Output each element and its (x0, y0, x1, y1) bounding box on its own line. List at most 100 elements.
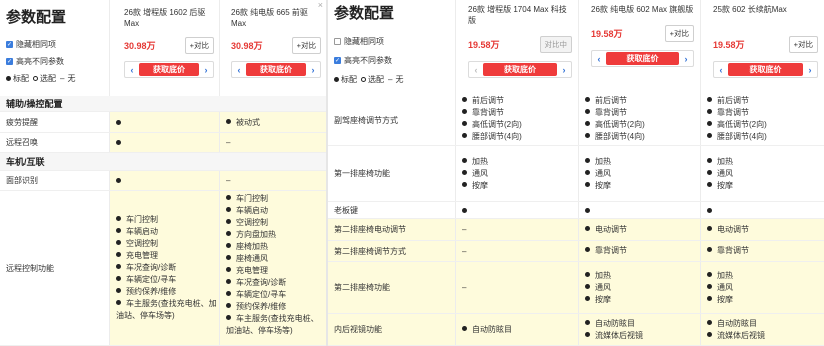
prev-arrow-icon[interactable]: ‹ (232, 65, 246, 75)
compare-button[interactable]: +对比 (291, 37, 321, 54)
legend-standard: 标配 (13, 74, 29, 83)
standard-dot-icon (707, 207, 712, 213)
car-column-header-1: 26款 增程版 1602 后驱 Max 30.98万 +对比 ‹ 获取底价 › (110, 0, 220, 96)
standard-dot-icon (707, 133, 712, 138)
next-arrow-icon[interactable]: › (803, 65, 817, 75)
feature-label: 预约保养/维修 (126, 287, 177, 296)
feature-label: 高低调节(2向) (472, 120, 522, 129)
row-label: 内后视镜功能 (328, 314, 456, 345)
feature-item: 加热 (585, 270, 611, 282)
standard-dot-icon (462, 157, 467, 163)
price-nav: ‹ 获取底价 › (713, 61, 818, 78)
feature-label: 腰部调节(4向) (595, 132, 645, 141)
feature-label: 充电管理 (126, 251, 158, 260)
standard-dot-icon (116, 119, 121, 125)
feature-label: 靠背调节 (717, 108, 749, 117)
table-row: 第二排座椅电动调节 – 电动调节 电动调节 (328, 219, 824, 241)
feature-item: 座椅通风 (226, 253, 326, 265)
car-column-header-2: × 26款 纯电版 665 前驱 Max 30.98万 +对比 ‹ 获取底价 › (220, 0, 326, 96)
checkbox-highlight-diff[interactable]: ✓ (334, 57, 341, 64)
hide-same-option[interactable]: 隐藏相同项 (334, 36, 455, 47)
next-arrow-icon[interactable]: › (199, 65, 213, 75)
feature-item: 车主服务(查找充电桩、加油站、停车场等) (226, 313, 326, 337)
prev-arrow-icon[interactable]: ‹ (592, 54, 606, 64)
next-arrow-icon[interactable]: › (557, 65, 571, 75)
feature-item: 通风 (707, 282, 733, 294)
get-price-button[interactable]: 获取底价 (483, 63, 557, 76)
feature-item: 空调控制 (116, 238, 219, 250)
standard-dot-icon (226, 315, 231, 320)
cell-item: 被动式 (226, 117, 260, 128)
car-price: 30.98万 (231, 41, 263, 51)
value-cell: 靠背调节 (579, 241, 701, 261)
car-column-header-3: 25款 602 长续航Max 19.58万 +对比 ‹ 获取底价 › (701, 0, 824, 96)
feature-item: 高低调节(2向) (585, 119, 645, 131)
standard-dot-icon (462, 133, 467, 138)
highlight-diff-option[interactable]: ✓ 高亮不同参数 (334, 55, 455, 66)
feature-label: 车主服务(查找充电桩、加油站、停车场等) (226, 314, 319, 335)
get-price-button[interactable]: 获取底价 (728, 63, 803, 76)
feature-item: 流媒体后视镜 (585, 330, 643, 342)
car-price: 19.58万 (591, 29, 623, 39)
left-header-controls: 参数配置 ✓ 隐藏相同项 ✓ 高亮不同参数 标配 选配 – 无 (0, 0, 110, 96)
standard-dot-icon (116, 216, 121, 221)
get-price-button[interactable]: 获取底价 (139, 63, 199, 76)
feature-list: 自动防眩目 流媒体后视镜 (585, 318, 643, 342)
feature-item: 通风 (707, 168, 733, 180)
get-price-button[interactable]: 获取底价 (606, 52, 679, 65)
feature-item: 空调控制 (226, 217, 326, 229)
feature-item: 按摩 (585, 180, 611, 192)
checkbox-hide-same[interactable] (334, 38, 341, 45)
car-column-header-2: 26款 纯电版 602 Max 旗舰版 19.58万 +对比 ‹ 获取底价 › (579, 0, 701, 96)
feature-label: 按摩 (717, 294, 733, 304)
value-cell: 自动防眩目 流媒体后视镜 (701, 314, 824, 345)
prev-arrow-icon[interactable]: ‹ (469, 65, 483, 75)
compare-button[interactable]: +对比 (664, 25, 694, 42)
prev-arrow-icon[interactable]: ‹ (714, 65, 728, 75)
feature-list: 电动调节 (585, 224, 627, 236)
get-price-button[interactable]: 获取底价 (246, 63, 306, 76)
legend-none: 无 (395, 75, 404, 84)
feature-label: 电动调节 (717, 224, 749, 234)
feature-item: 座椅加热 (226, 241, 326, 253)
row-label: 疲劳提醒 (0, 112, 110, 132)
feature-list: 前后调节 靠背调节 高低调节(2向) 腰部调节(4向) (585, 95, 645, 143)
close-icon[interactable]: × (318, 0, 323, 10)
feature-item: 通风 (585, 168, 611, 180)
value-cell: 加热 通风 按摩 (701, 146, 824, 201)
car-price: 19.58万 (713, 40, 745, 50)
checkbox-hide-same[interactable]: ✓ (6, 41, 13, 48)
feature-label: 加热 (595, 270, 611, 280)
feature-item: 车门控制 (116, 214, 219, 226)
optional-circle-icon (361, 77, 366, 82)
highlight-diff-option[interactable]: ✓ 高亮不同参数 (6, 56, 109, 67)
feature-label: 腰部调节(4向) (472, 132, 522, 141)
value-cell (456, 202, 579, 218)
feature-item: 加热 (707, 270, 733, 282)
feature-item: 车辆启动 (116, 226, 219, 238)
legend-optional: 选配 (40, 74, 56, 83)
feature-item: 靠背调节 (462, 107, 522, 119)
standard-dot-icon (707, 295, 712, 301)
value-cell: 加热 通风 按摩 (579, 146, 701, 201)
feature-list: 加热 通风 按摩 (707, 270, 733, 306)
feature-item: 腰部调节(4向) (462, 131, 522, 143)
feature-label: 通风 (595, 282, 611, 292)
feature-item: 电动调节 (707, 224, 749, 236)
value-cell: 加热 通风 按摩 (579, 262, 701, 313)
next-arrow-icon[interactable]: › (679, 54, 693, 64)
standard-dot-icon (585, 133, 590, 138)
value-cell: – (456, 262, 579, 313)
checkbox-highlight-diff[interactable]: ✓ (6, 58, 13, 65)
next-arrow-icon[interactable]: › (306, 65, 320, 75)
compare-button[interactable]: +对比 (788, 36, 818, 53)
feature-label: 靠背调节 (595, 108, 627, 117)
hide-same-option[interactable]: ✓ 隐藏相同项 (6, 39, 109, 50)
compare-button[interactable]: +对比 (184, 37, 214, 54)
price-nav: ‹ 获取底价 › (468, 61, 572, 78)
value-cell (110, 133, 220, 152)
prev-arrow-icon[interactable]: ‹ (125, 65, 139, 75)
standard-dot-icon (707, 121, 712, 126)
comparing-button[interactable]: 对比中 (539, 36, 572, 53)
standard-dot-icon (707, 331, 712, 337)
